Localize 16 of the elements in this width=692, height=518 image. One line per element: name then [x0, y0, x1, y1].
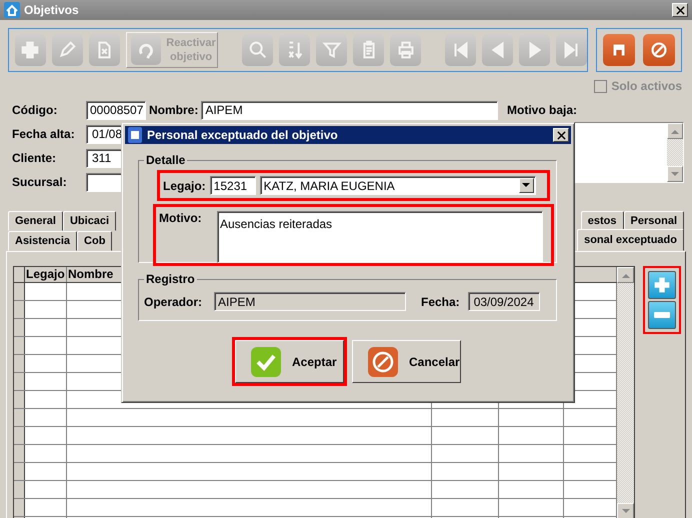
field-label: Fecha:	[420, 294, 460, 308]
field-label: Código:	[11, 103, 58, 117]
field-label: Motivo baja:	[506, 102, 578, 119]
field-label: Nombre:	[149, 103, 198, 117]
field-label: Sucursal:	[11, 175, 68, 189]
dialog-title: Personal exceptuado del objetivo	[147, 128, 339, 142]
group-title: Detalle	[145, 153, 186, 167]
fecha-field: 03/09/2024	[468, 292, 540, 311]
field-label: Motivo:	[158, 211, 203, 225]
operador-field: AIPEM	[214, 292, 406, 311]
field-label: Operador:	[143, 294, 204, 308]
field-label: Fecha alta:	[11, 127, 76, 141]
group-title: Registro	[145, 272, 196, 286]
window-title: Objetivos	[24, 3, 80, 17]
field-label: Cliente:	[11, 151, 58, 165]
field-label: Legajo:	[162, 178, 206, 192]
